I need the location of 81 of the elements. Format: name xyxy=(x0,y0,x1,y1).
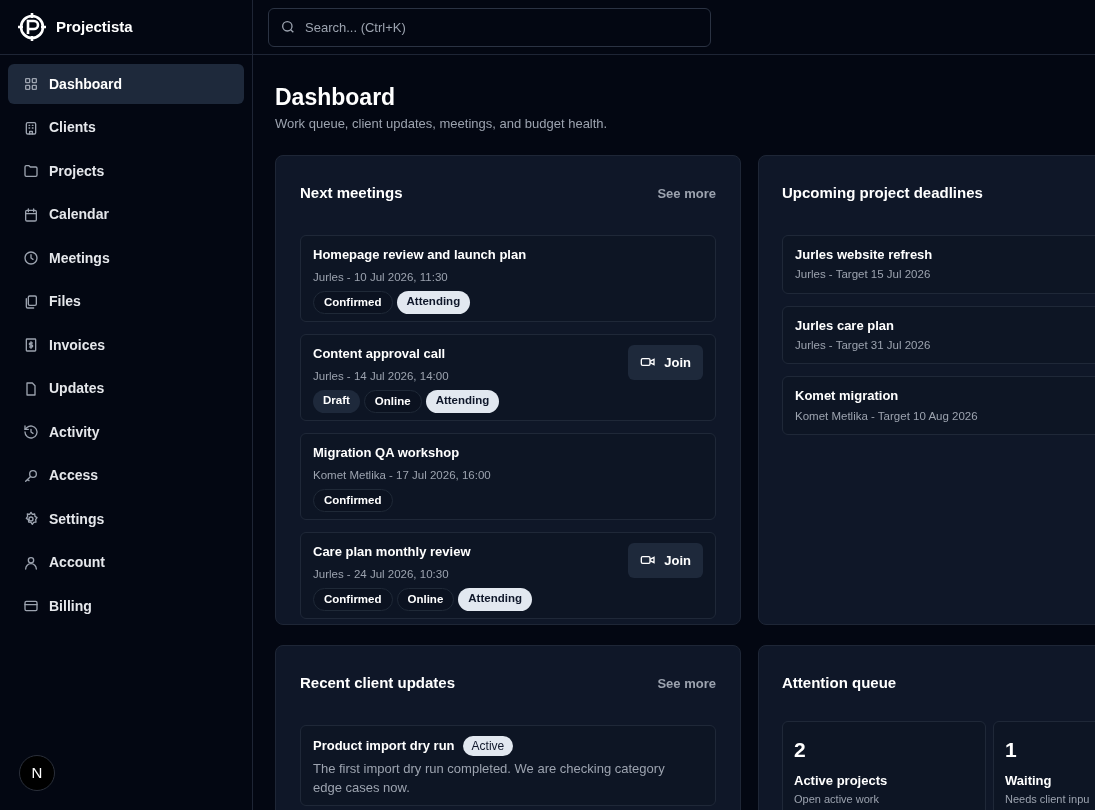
meeting-meta: Komet Metlika - 17 Jul 2026, 16:00 xyxy=(313,468,491,484)
meeting-item[interactable]: Care plan monthly review Jurles - 24 Jul 2026, 10:30 Confirmed Online Attending Join xyxy=(300,531,716,619)
see-more-link[interactable]: See more xyxy=(657,183,716,204)
deadline-item[interactable]: Komet migration Komet Metlika - Target 10 Aug 2026 xyxy=(782,376,1095,435)
sidebar-item[interactable]: Settings xyxy=(8,499,244,539)
card-title: Attention queue xyxy=(782,673,898,694)
stat-count: 1 xyxy=(1005,736,1018,763)
sidebar-item[interactable]: Meetings xyxy=(8,238,244,278)
stat-label: Waiting xyxy=(1005,772,1053,791)
meeting-meta: Jurles - 24 Jul 2026, 10:30 xyxy=(313,567,450,583)
meeting-meta: Jurles - 14 Jul 2026, 14:00 xyxy=(313,369,450,385)
user-icon xyxy=(23,554,39,571)
stat-hint: Needs client inpu xyxy=(1005,791,1091,807)
app-name: Projectista xyxy=(56,16,133,37)
clock-icon xyxy=(23,250,39,266)
status-tag: Active xyxy=(462,735,514,756)
dollar-document-icon xyxy=(23,337,39,353)
sidebar-item[interactable]: Files xyxy=(8,281,244,322)
sidebar-item[interactable]: Invoices xyxy=(8,325,244,365)
join-button[interactable]: Join xyxy=(628,344,703,380)
see-more-link[interactable]: See more xyxy=(657,673,716,694)
folder-icon xyxy=(23,163,39,179)
meeting-item[interactable]: Content approval call Jurles - 14 Jul 2026, 14:00 Draft Online Attending Join xyxy=(300,333,716,421)
update-text: The first import dry run completed. We are checking category edge cases now. xyxy=(313,759,666,797)
logo-icon xyxy=(16,11,48,43)
files-icon xyxy=(23,293,39,310)
meeting-title: Homepage review and launch plan xyxy=(313,245,527,264)
status-tag: Online xyxy=(396,587,455,611)
card-title: Recent client updates xyxy=(300,673,456,694)
credit-card-icon xyxy=(23,598,39,614)
join-button[interactable]: Join xyxy=(628,542,703,578)
sidebar-item[interactable]: Calendar xyxy=(8,194,244,235)
status-tag: Attending xyxy=(425,389,500,413)
calendar-icon xyxy=(23,206,39,223)
meeting-title: Content approval call xyxy=(313,344,447,363)
update-item[interactable]: Product import dry run Active The first import dry run completed. We are checking category edge cases now. xyxy=(300,724,716,806)
search-field[interactable]: Search... (Ctrl+K) xyxy=(268,7,711,47)
status-tag: Confirmed xyxy=(313,488,393,512)
status-tag: Confirmed xyxy=(313,587,393,611)
deadline-meta: Jurles - Target 15 Jul 2026 xyxy=(795,267,932,283)
stat-label: Active projects xyxy=(794,772,889,791)
history-icon xyxy=(23,424,39,440)
deadline-title: Jurles care plan xyxy=(795,316,895,335)
status-tag: Draft xyxy=(313,389,360,413)
deadline-item[interactable]: Jurles care plan Jurles - Target 31 Jul 2026 xyxy=(782,305,1095,365)
sidebar-item[interactable]: Access xyxy=(8,455,244,496)
status-tag: Attending xyxy=(458,587,532,611)
status-tag: Confirmed xyxy=(313,290,393,314)
stat-hint: Open active work xyxy=(794,791,880,807)
meeting-item[interactable]: Migration QA workshop Komet Metlika - 17 Jul 2026, 16:00 Confirmed xyxy=(300,432,716,520)
sidebar-item[interactable]: Account xyxy=(8,542,244,583)
sidebar-item[interactable]: Projects xyxy=(8,151,244,191)
deadline-meta: Jurles - Target 31 Jul 2026 xyxy=(795,338,932,353)
settings-icon xyxy=(23,511,39,527)
meeting-title: Care plan monthly review xyxy=(313,542,472,561)
key-icon xyxy=(23,467,39,484)
deadline-title: Jurles website refresh xyxy=(795,245,934,264)
deadline-meta: Komet Metlika - Target 10 Aug 2026 xyxy=(795,408,979,424)
meeting-item[interactable]: Homepage review and launch plan Jurles - 10 Jul 2026, 11:30 Confirmed Attending xyxy=(300,234,716,322)
card-title: Next meetings xyxy=(300,183,403,204)
search-icon xyxy=(280,18,296,35)
card-title: Upcoming project deadlines xyxy=(782,183,984,204)
update-title: Product import dry run xyxy=(313,737,455,755)
deadline-title: Komet migration xyxy=(795,387,900,406)
building-icon xyxy=(23,119,39,136)
document-icon xyxy=(23,380,39,397)
status-tag: Online xyxy=(363,389,422,413)
sidebar-item[interactable]: Billing xyxy=(8,586,244,626)
sidebar-item[interactable]: Clients xyxy=(8,107,244,148)
user-avatar[interactable]: N xyxy=(19,755,55,791)
meeting-title: Migration QA workshop xyxy=(313,443,461,462)
stat-count: 2 xyxy=(794,736,807,763)
page-subtitle: Work queue, client updates, meetings, and budget health. xyxy=(275,114,609,133)
page-title: Dashboard xyxy=(275,83,397,112)
status-tag: Attending xyxy=(396,290,471,314)
sidebar-item[interactable]: Dashboard xyxy=(8,64,244,104)
grid-icon xyxy=(23,76,39,92)
deadline-item[interactable]: Jurles website refresh Jurles - Target 15 Jul 2026 xyxy=(782,234,1095,294)
meeting-meta: Jurles - 10 Jul 2026, 11:30 xyxy=(313,270,449,286)
sidebar-item[interactable]: Updates xyxy=(8,368,244,409)
sidebar-item[interactable]: Activity xyxy=(8,412,244,452)
